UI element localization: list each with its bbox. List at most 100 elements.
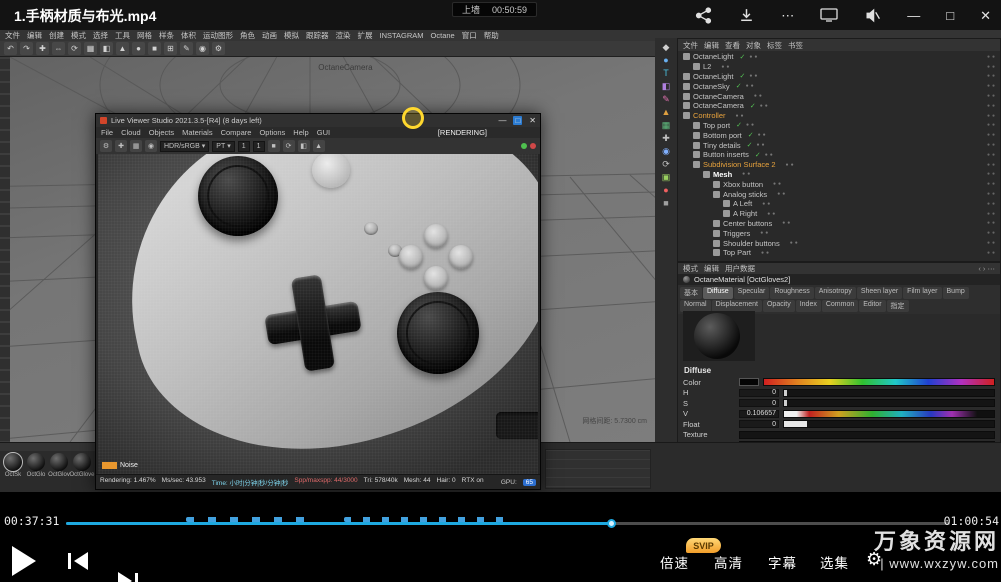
play-button[interactable] [12, 546, 36, 576]
c4d-toolbar-icon[interactable]: ⟳ [68, 42, 81, 55]
visibility-dots-icon[interactable]: ●● [773, 181, 783, 187]
side-tool-icon[interactable]: ◧ [662, 82, 671, 91]
more-icon[interactable]: ⋯ [781, 9, 794, 22]
visibility-dots-icon[interactable]: ●● [767, 211, 777, 217]
c4d-toolbar-icon[interactable]: ↶ [4, 42, 17, 55]
object-row[interactable]: Shoulder buttons ●● ●● [678, 238, 1000, 248]
lv-tool-icon[interactable]: ▲ [313, 140, 325, 152]
visibility-dots-icon[interactable]: ●● [736, 113, 746, 119]
c4d-toolbar-icon[interactable]: ⊞ [164, 42, 177, 55]
c4d-menu-item[interactable]: 渲染 [336, 30, 351, 41]
c4d-toolbar-icon[interactable]: ▲ [116, 42, 129, 55]
lv-menu-objects[interactable]: Objects [149, 128, 174, 137]
c4d-toolbar-icon[interactable]: ⇔ [52, 42, 65, 55]
object-row[interactable]: OctaneLight ✓ ●● ●● [678, 52, 1000, 62]
object-manager-menu-item[interactable]: 对象 [746, 40, 761, 51]
layer-dots-icon[interactable]: ●● [987, 142, 997, 148]
material-thumbnail[interactable]: OctGlov [49, 453, 69, 478]
share-icon[interactable] [695, 7, 712, 24]
layer-dots-icon[interactable]: ●● [987, 132, 997, 138]
c4d-toolbar-icon[interactable]: ⚙ [212, 42, 225, 55]
object-row[interactable]: OctaneCamera ●● ●● [678, 91, 1000, 101]
object-row[interactable]: Triggers ●● ●● [678, 228, 1000, 238]
material-thumbnail[interactable]: OctSk [3, 453, 23, 478]
material-tab[interactable]: Editor [859, 300, 885, 312]
visibility-dots-icon[interactable]: ●● [721, 64, 731, 70]
layer-dots-icon[interactable]: ●● [987, 230, 997, 236]
material-tab[interactable]: Anisotropy [815, 287, 856, 299]
lv-close-button[interactable]: ✕ [529, 116, 536, 125]
layer-dots-icon[interactable]: ●● [987, 191, 997, 197]
side-tool-icon[interactable]: ✚ [662, 134, 670, 143]
mute-icon[interactable] [864, 7, 881, 24]
lv-tool-icon[interactable]: ⟳ [283, 140, 295, 152]
c4d-menu-item[interactable]: 窗口 [462, 30, 477, 41]
material-tab[interactable]: Common [822, 300, 858, 312]
spin-field-1[interactable]: 1 [238, 141, 250, 152]
c4d-menu-item[interactable]: 运动图形 [203, 30, 233, 41]
c4d-menu-item[interactable]: Octane [431, 31, 455, 40]
object-row[interactable]: Xbox button ●● ●● [678, 179, 1000, 189]
texture-field[interactable] [739, 431, 995, 439]
live-viewer-titlebar[interactable]: Live Viewer Studio 2021.3.5-[R4] (8 days… [96, 114, 540, 127]
c4d-menu-item[interactable]: 模式 [71, 30, 86, 41]
c4d-menu-item[interactable]: 体积 [181, 30, 196, 41]
layer-dots-icon[interactable]: ●● [987, 122, 997, 128]
object-manager-menu-item[interactable]: 标签 [767, 40, 782, 51]
side-tool-icon[interactable]: ▲ [662, 108, 671, 117]
enabled-check-icon[interactable]: ✓ [739, 53, 745, 61]
layer-dots-icon[interactable]: ●● [987, 162, 997, 168]
side-tool-icon[interactable]: ▦ [662, 121, 671, 130]
enabled-check-icon[interactable]: ✓ [747, 141, 753, 149]
c4d-menu-item[interactable]: 工具 [115, 30, 130, 41]
c4d-menu-item[interactable]: 创建 [49, 30, 64, 41]
visibility-dots-icon[interactable]: ●● [760, 230, 770, 236]
attribute-menu-mode[interactable]: 模式 [683, 263, 698, 274]
video-frame[interactable]: 文件编辑创建模式选择工具网格样条体积运动图形角色动画模拟跟踪器渲染扩展INSTA… [0, 30, 1001, 492]
c4d-toolbar-icon[interactable]: ✚ [36, 42, 49, 55]
cast-icon[interactable] [820, 7, 838, 23]
visibility-dots-icon[interactable]: ●● [760, 103, 770, 109]
c4d-menu-item[interactable]: 模拟 [284, 30, 299, 41]
enabled-check-icon[interactable]: ✓ [739, 72, 745, 80]
visibility-dots-icon[interactable]: ●● [749, 54, 759, 60]
quality-button[interactable]: 高清 [714, 552, 743, 572]
lv-tool-icon[interactable]: ◉ [145, 140, 157, 152]
object-row[interactable]: Top Part ●● ●● [678, 248, 1000, 258]
enabled-check-icon[interactable]: ✓ [736, 121, 742, 129]
progress-bar[interactable] [66, 522, 950, 525]
visibility-dots-icon[interactable]: ●● [749, 73, 759, 79]
visibility-dots-icon[interactable]: ●● [762, 201, 772, 207]
visibility-dots-icon[interactable]: ●● [757, 142, 767, 148]
progress-knob[interactable] [607, 519, 616, 528]
c4d-toolbar-icon[interactable]: ◧ [100, 42, 113, 55]
c4d-menu-item[interactable]: 帮助 [484, 30, 499, 41]
object-row[interactable]: OctaneCamera ✓ ●● ●● [678, 101, 1000, 111]
c4d-left-toolstrip[interactable] [0, 57, 10, 442]
visibility-dots-icon[interactable]: ●● [761, 250, 771, 256]
object-row[interactable]: Center buttons ●● ●● [678, 219, 1000, 229]
object-row[interactable]: OctaneSky ✓ ●● ●● [678, 81, 1000, 91]
c4d-menu-item[interactable]: INSTAGRAM [380, 31, 424, 40]
c4d-menu-item[interactable]: 网格 [137, 30, 152, 41]
layer-dots-icon[interactable]: ●● [987, 113, 997, 119]
layer-dots-icon[interactable]: ●● [987, 152, 997, 158]
lv-menu-gui[interactable]: GUI [317, 128, 330, 137]
layer-dots-icon[interactable]: ●● [987, 171, 997, 177]
visibility-dots-icon[interactable]: ●● [777, 191, 787, 197]
spin-field-2[interactable]: 1 [253, 141, 265, 152]
object-row[interactable]: Bottom port ✓ ●● ●● [678, 130, 1000, 140]
object-row[interactable]: A Left ●● ●● [678, 199, 1000, 209]
side-tool-icon[interactable]: T [663, 69, 669, 78]
attribute-nav-icons[interactable]: ‹ › ⋯ [978, 264, 995, 273]
material-manager-menubar[interactable] [0, 443, 95, 451]
lv-menu-materials[interactable]: Materials [182, 128, 212, 137]
side-tool-icon[interactable]: ⟳ [662, 160, 670, 169]
object-row[interactable]: Controller ●● ●● [678, 111, 1000, 121]
v-value-field[interactable]: 0.106657 [739, 410, 779, 418]
object-row[interactable]: OctaneLight ✓ ●● ●● [678, 72, 1000, 82]
lv-minimize-button[interactable]: — [498, 116, 506, 125]
lv-tool-icon[interactable]: ✚ [115, 140, 127, 152]
material-tab[interactable]: Opacity [763, 300, 795, 312]
layer-dots-icon[interactable]: ●● [987, 83, 997, 89]
